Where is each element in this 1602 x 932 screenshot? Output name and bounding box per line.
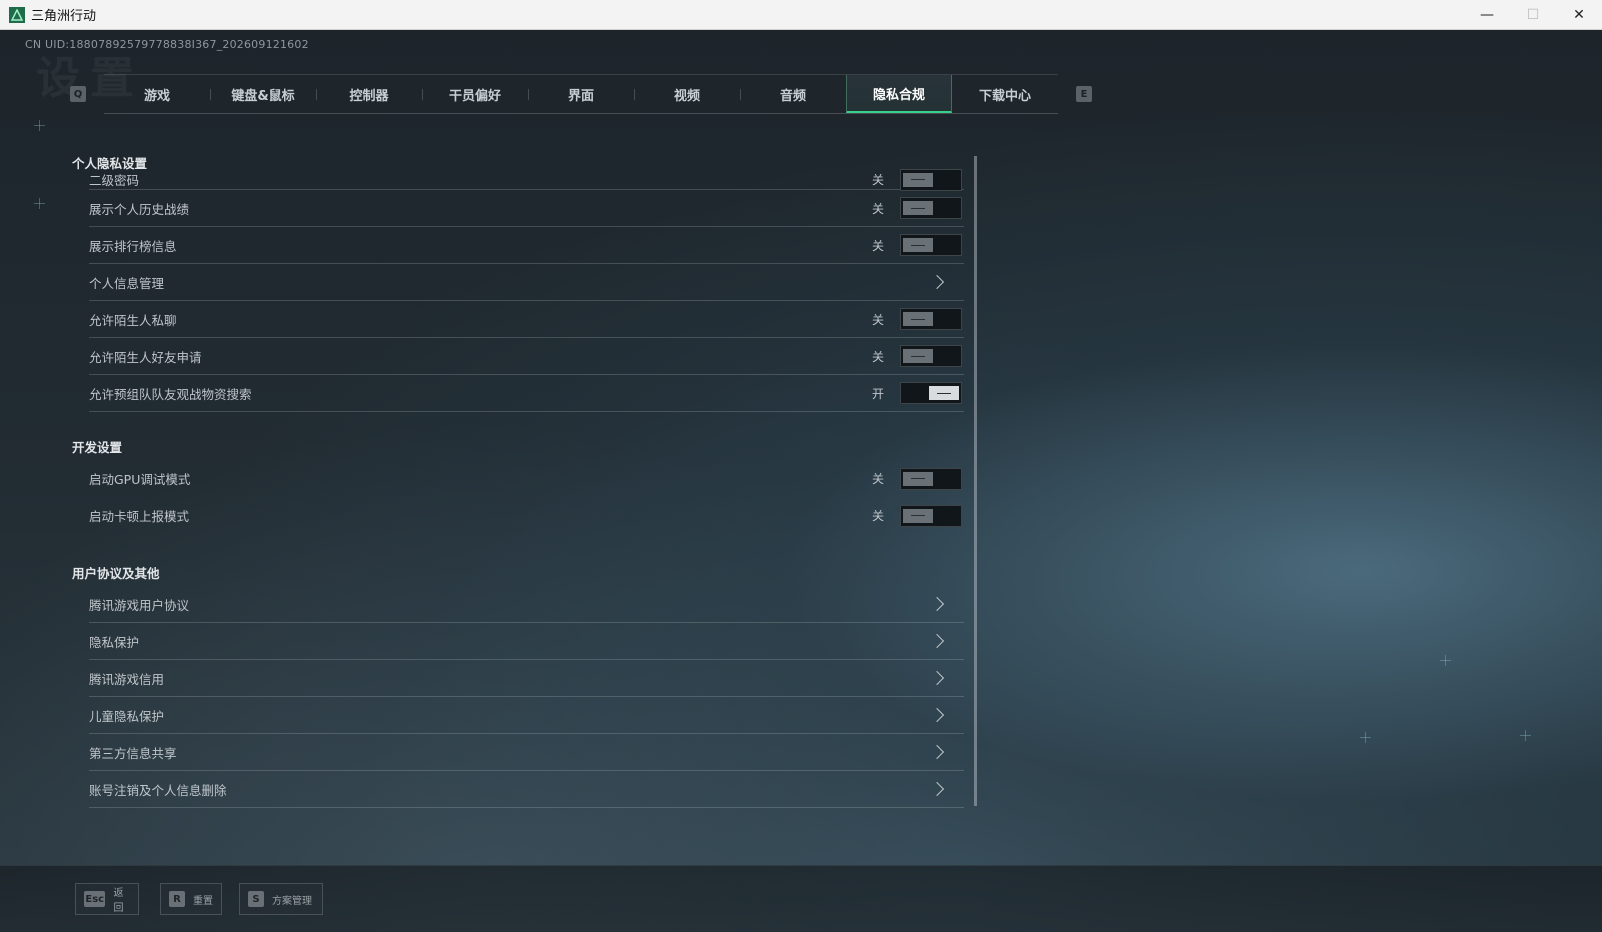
setting-row-show-leaderboard[interactable]: 展示排行榜信息 关 (89, 227, 964, 264)
setting-label: 启动卡顿上报模式 (89, 509, 190, 524)
toggle-stranger-friend-request[interactable] (900, 345, 962, 367)
toggle-state: 关 (871, 509, 884, 523)
crosshair-decoration (1520, 730, 1531, 741)
settings-panel: 个人隐私设置 二级密码 关 展示个人历史战绩 关 展示排行榜信息 关 个人信息管… (72, 152, 972, 860)
setting-row-game-credit[interactable]: 腾讯游戏信用 (89, 660, 964, 697)
bottom-action-bar: Esc 返回 R 重置 S 方案管理 (0, 865, 1602, 932)
r-key-icon: R (169, 891, 185, 907)
tab-game[interactable]: 游戏 (104, 75, 210, 113)
window-titlebar: 三角洲行动 — ☐ ✕ (0, 0, 1602, 30)
tab-privacy-compliance[interactable]: 隐私合规 (846, 75, 952, 113)
setting-row-account-deletion[interactable]: 账号注销及个人信息删除 (89, 771, 964, 808)
crosshair-decoration (1360, 732, 1371, 743)
toggle-state: 关 (871, 349, 884, 364)
setting-label: 允许预组队队友观战物资搜索 (89, 386, 252, 402)
setting-row-privacy-protection[interactable]: 隐私保护 (89, 623, 964, 660)
close-button[interactable]: ✕ (1556, 0, 1602, 30)
back-label: 返回 (113, 888, 124, 914)
plan-management-label: 方案管理 (272, 895, 312, 907)
settings-scrollbar[interactable] (974, 156, 977, 806)
crosshair-decoration (34, 198, 45, 209)
toggle-gpu-debug[interactable] (900, 467, 962, 490)
setting-row-user-agreement[interactable]: 腾讯游戏用户协议 (89, 586, 964, 623)
setting-label: 展示排行榜信息 (89, 238, 177, 254)
section-title-personal-privacy: 个人隐私设置 (72, 156, 148, 171)
prev-tab-key[interactable]: Q (70, 86, 86, 102)
toggle-state: 关 (871, 472, 884, 486)
setting-label: 儿童隐私保护 (89, 708, 165, 724)
section-title-user-agreements: 用户协议及其他 (72, 566, 160, 581)
setting-row-show-history[interactable]: 展示个人历史战绩 关 (89, 190, 964, 227)
setting-row-secondary-password[interactable]: 二级密码 关 (89, 168, 964, 191)
toggle-state: 关 (871, 312, 884, 327)
toggle-state: 关 (871, 201, 884, 216)
tab-video[interactable]: 视频 (634, 75, 740, 113)
toggle-team-spectate-search[interactable] (900, 382, 962, 404)
next-tab-key[interactable]: E (1076, 86, 1092, 102)
crosshair-decoration (34, 120, 45, 131)
setting-label: 允许陌生人好友申请 (89, 349, 202, 365)
toggle-secondary-password[interactable] (900, 168, 962, 191)
game-viewport: 设置 CN UID:18807892579778838I367_20260912… (0, 30, 1602, 932)
toggle-stutter-report[interactable] (900, 504, 962, 527)
tab-keyboard-mouse[interactable]: 键盘&鼠标 (210, 75, 316, 113)
toggle-state: 关 (871, 238, 884, 253)
chevron-right-icon (929, 596, 945, 612)
setting-row-personal-info-management[interactable]: 个人信息管理 (89, 264, 964, 301)
s-key-icon: S (248, 891, 264, 907)
maximize-button[interactable]: ☐ (1510, 0, 1556, 30)
toggle-state: 关 (871, 173, 884, 187)
tab-download-center[interactable]: 下载中心 (952, 75, 1058, 113)
chevron-right-icon (929, 744, 945, 760)
setting-label: 账号注销及个人信息删除 (89, 782, 227, 798)
tab-audio[interactable]: 音频 (740, 75, 846, 113)
toggle-state: 开 (871, 386, 884, 401)
tab-controller[interactable]: 控制器 (316, 75, 422, 113)
esc-key-icon: Esc (84, 891, 106, 907)
uid-label: CN UID:18807892579778838I367_20260912160… (25, 38, 309, 51)
setting-label: 腾讯游戏用户协议 (89, 597, 190, 613)
setting-label: 二级密码 (89, 173, 140, 188)
tab-interface[interactable]: 界面 (528, 75, 634, 113)
reset-label: 重置 (193, 895, 213, 907)
section-title-dev-settings: 开发设置 (72, 440, 123, 455)
chevron-right-icon (929, 274, 945, 290)
setting-row-stutter-report[interactable]: 启动卡顿上报模式 关 (89, 497, 964, 534)
app-logo-icon (9, 6, 25, 23)
setting-label: 腾讯游戏信用 (89, 671, 165, 687)
toggle-show-leaderboard[interactable] (900, 234, 962, 256)
setting-label: 隐私保护 (89, 634, 140, 650)
chevron-right-icon (929, 670, 945, 686)
chevron-right-icon (929, 707, 945, 723)
toggle-show-history[interactable] (900, 197, 962, 219)
setting-row-children-privacy[interactable]: 儿童隐私保护 (89, 697, 964, 734)
chevron-right-icon (929, 781, 945, 797)
setting-row-team-spectate-search[interactable]: 允许预组队队友观战物资搜索 开 (89, 375, 964, 412)
setting-label: 允许陌生人私聊 (89, 312, 177, 328)
setting-label: 启动GPU调试模式 (89, 472, 191, 487)
toggle-stranger-chat[interactable] (900, 308, 962, 330)
chevron-right-icon (929, 633, 945, 649)
back-button[interactable]: Esc 返回 (75, 883, 139, 915)
setting-row-third-party-sharing[interactable]: 第三方信息共享 (89, 734, 964, 771)
tab-operator-preferences[interactable]: 干员偏好 (422, 75, 528, 113)
crosshair-decoration (1440, 655, 1451, 666)
setting-label: 个人信息管理 (89, 275, 165, 291)
setting-row-stranger-chat[interactable]: 允许陌生人私聊 关 (89, 301, 964, 338)
setting-label: 第三方信息共享 (89, 745, 177, 761)
setting-label: 展示个人历史战绩 (89, 201, 190, 217)
settings-tab-bar: Q 游戏 键盘&鼠标 控制器 干员偏好 界面 视频 音频 隐私合规 下载中心 E (70, 74, 1092, 114)
setting-row-gpu-debug[interactable]: 启动GPU调试模式 关 (89, 460, 964, 497)
setting-row-stranger-friend-request[interactable]: 允许陌生人好友申请 关 (89, 338, 964, 375)
minimize-button[interactable]: — (1464, 0, 1510, 30)
plan-management-button[interactable]: S 方案管理 (239, 883, 323, 915)
window-title: 三角洲行动 (31, 9, 97, 24)
reset-button[interactable]: R 重置 (160, 883, 222, 915)
